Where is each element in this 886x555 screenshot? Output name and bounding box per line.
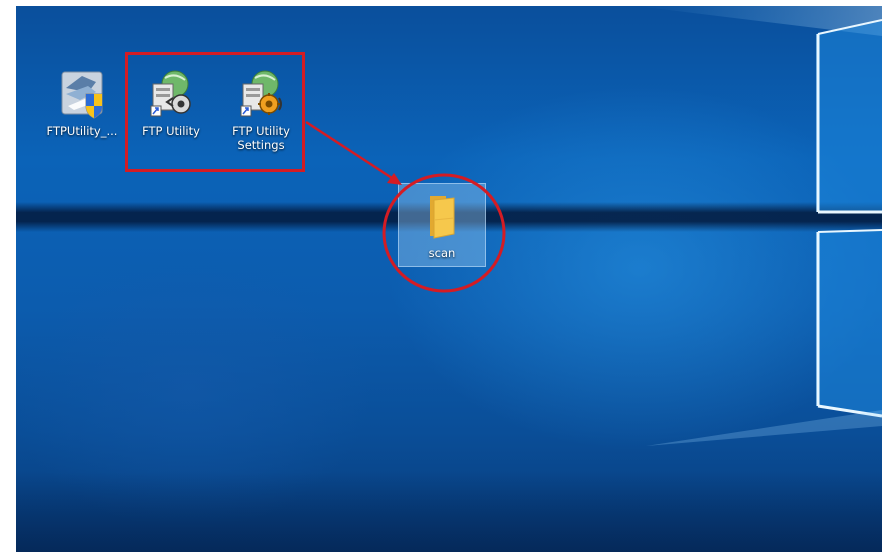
desktop-icon-scan-folder[interactable]: scan	[398, 183, 486, 267]
desktop-icon-label: scan	[428, 246, 456, 260]
desktop-icon-installer[interactable]: FTPUtility_...	[42, 68, 122, 138]
folder-icon	[430, 196, 455, 239]
desktop-icon-label: FTPUtility_...	[46, 124, 118, 138]
installer-shield-icon	[61, 71, 103, 119]
highlight-rectangle	[125, 52, 305, 172]
desktop[interactable]: FTPUtility_... FTP Utility FTP Utility S…	[16, 6, 882, 552]
